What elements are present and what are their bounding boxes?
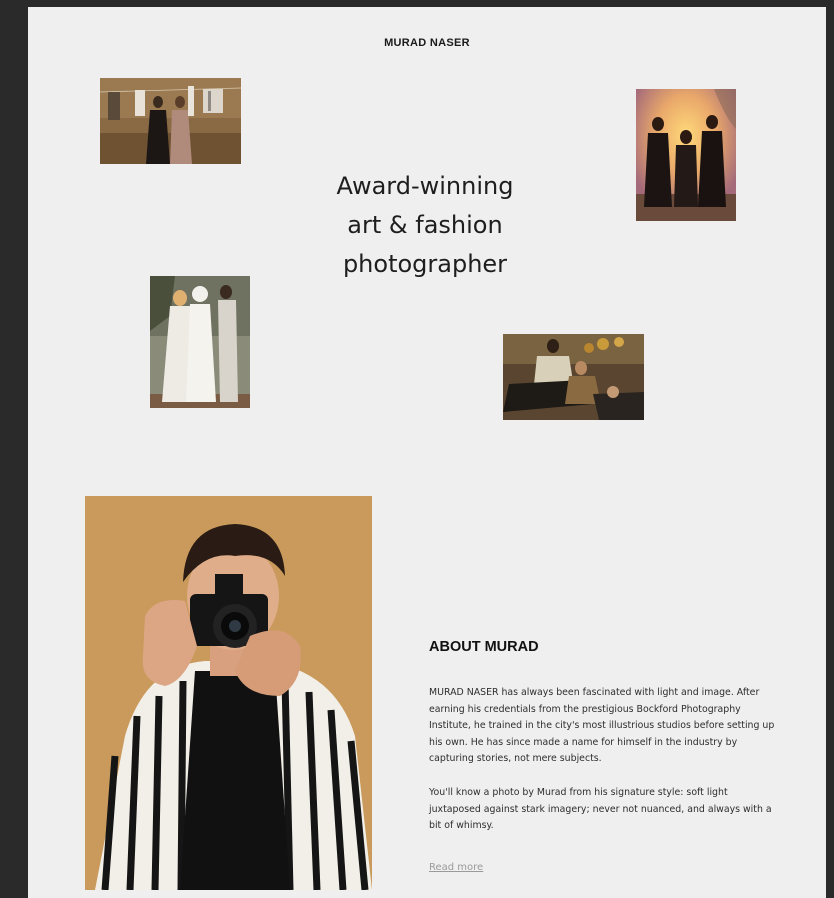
site-brand[interactable]: MURAD NASER	[28, 37, 826, 49]
gallery-photo-sunset[interactable]	[636, 89, 736, 221]
page: MURAD NASER Award-winning art & fashion …	[28, 7, 826, 898]
gowns-photo-image	[150, 276, 250, 408]
sunset-photo-image	[636, 89, 736, 221]
hero-heading: Award-winning art & fashion photographer	[280, 167, 570, 284]
read-more-link[interactable]: Read more	[429, 862, 483, 873]
gallery-photo-lounging[interactable]	[503, 334, 644, 420]
hero-line-1: Award-winning	[336, 172, 514, 200]
gallery-photo-gowns[interactable]	[150, 276, 250, 408]
hero-line-3: photographer	[342, 250, 508, 278]
laundry-photo-image	[100, 78, 241, 164]
lounging-photo-image	[503, 334, 644, 420]
gallery-photo-laundry[interactable]	[100, 78, 241, 164]
portrait-photo	[85, 496, 372, 890]
hero-line-2: art & fashion	[347, 211, 503, 239]
about-paragraph-2: You'll know a photo by Murad from his si…	[429, 787, 772, 832]
photographer-portrait-image	[85, 496, 372, 890]
about-paragraph-1: MURAD NASER has always been fascinated w…	[429, 687, 775, 765]
about-title: ABOUT MURAD	[429, 639, 539, 655]
